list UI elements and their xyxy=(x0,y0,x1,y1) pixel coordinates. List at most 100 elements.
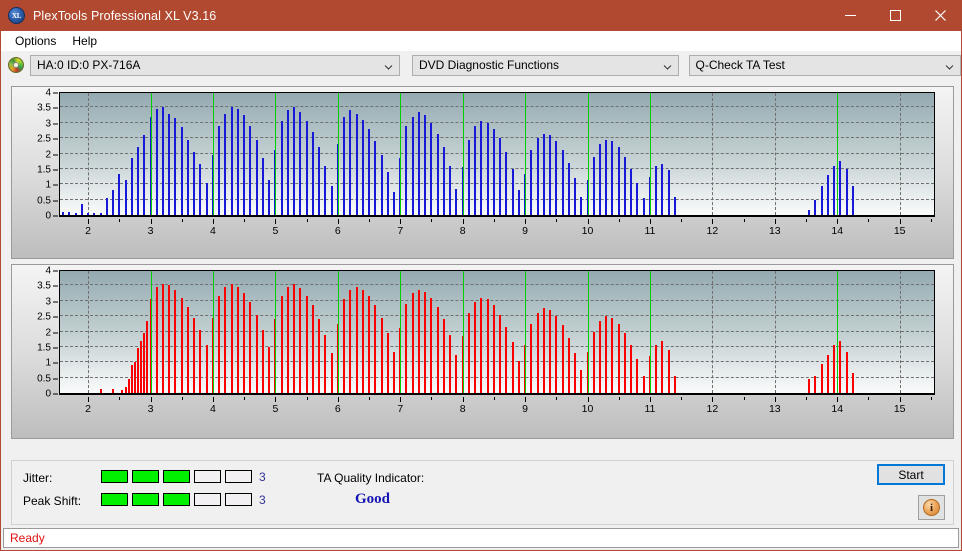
chart-bar xyxy=(193,318,195,393)
chevron-down-icon xyxy=(384,61,393,70)
chart-bar xyxy=(268,347,270,393)
y-axis-label: 0 xyxy=(45,389,51,400)
chart-bar xyxy=(237,109,239,215)
y-axis-label: 3.5 xyxy=(37,103,51,114)
chart-bar xyxy=(424,115,426,215)
chart-bar xyxy=(140,341,142,393)
x-axis-tick xyxy=(588,219,589,224)
x-axis-tick xyxy=(400,219,401,224)
chart-bar xyxy=(324,166,326,215)
chart-bar xyxy=(231,284,233,393)
y-axis-tick xyxy=(53,139,58,140)
x-axis-tick xyxy=(338,397,339,402)
chart-bar xyxy=(356,287,358,393)
chart-bar xyxy=(605,316,607,393)
jitter-value: 3 xyxy=(259,470,266,484)
chart-bar xyxy=(93,213,95,215)
chart-bar xyxy=(293,107,295,215)
x-axis-minor-tick xyxy=(182,219,183,222)
chart-bar xyxy=(412,293,414,393)
meter-segment xyxy=(225,470,252,483)
menu-item-options[interactable]: Options xyxy=(7,33,64,49)
x-axis-minor-tick xyxy=(806,397,807,400)
x-axis-label: 7 xyxy=(397,403,403,415)
function-select[interactable]: DVD Diagnostic Functions xyxy=(412,55,679,76)
chart-bar xyxy=(599,321,601,393)
chart-bar xyxy=(827,355,829,393)
info-button[interactable]: i xyxy=(918,495,945,520)
chart-bar xyxy=(374,141,376,215)
x-axis-minor-tick xyxy=(619,397,620,400)
chart-bar xyxy=(555,316,557,393)
chart-bar xyxy=(643,198,645,215)
chart-bar xyxy=(821,186,823,215)
chart-bar xyxy=(468,140,470,215)
x-axis-tick xyxy=(900,219,901,224)
chart-bar xyxy=(518,190,520,215)
x-axis-tick xyxy=(151,219,152,224)
chart-bar xyxy=(568,163,570,215)
gridline-horizontal xyxy=(60,106,934,107)
meter-segment xyxy=(194,470,221,483)
chart-bar xyxy=(324,335,326,393)
x-axis-minor-tick xyxy=(119,219,120,222)
chart-bar xyxy=(362,290,364,393)
drive-select[interactable]: HA:0 ID:0 PX-716A xyxy=(30,55,400,76)
menu-item-help[interactable]: Help xyxy=(64,33,105,49)
chart-bar xyxy=(455,189,457,215)
peak-shift-value: 3 xyxy=(259,493,266,507)
chart-bar xyxy=(833,166,835,215)
chart-bar xyxy=(487,299,489,393)
x-axis-label: 8 xyxy=(460,403,466,415)
chart-bar xyxy=(134,362,136,393)
window-controls xyxy=(828,0,962,31)
chart-bar xyxy=(643,376,645,393)
y-axis-label: 0.5 xyxy=(37,373,51,384)
chart-bar xyxy=(852,186,854,215)
x-axis-label: 3 xyxy=(148,225,154,237)
chart-bar xyxy=(146,321,148,393)
x-axis-tick xyxy=(213,397,214,402)
meter-segment xyxy=(101,493,128,506)
chart-bar xyxy=(381,155,383,215)
x-axis-tick xyxy=(775,397,776,402)
y-axis-label: 3 xyxy=(45,296,51,307)
chart-bar xyxy=(593,332,595,394)
maximize-icon[interactable] xyxy=(873,0,918,31)
chart-bar xyxy=(143,135,145,215)
start-button[interactable]: Start xyxy=(877,464,945,485)
x-axis-tick xyxy=(837,397,838,402)
chart-bar xyxy=(618,324,620,393)
x-axis-label: 15 xyxy=(894,403,906,415)
chart-bar xyxy=(243,293,245,393)
chart-bar xyxy=(611,318,613,393)
chart-bar xyxy=(162,107,164,215)
chart-bar xyxy=(162,284,164,393)
x-axis-tick xyxy=(275,397,276,402)
x-axis-tick xyxy=(712,219,713,224)
minimize-icon[interactable] xyxy=(828,0,873,31)
chart-bar xyxy=(424,292,426,393)
chart-bar xyxy=(661,341,663,393)
chart-bar xyxy=(387,333,389,393)
chart-bar xyxy=(218,296,220,393)
chart-bar xyxy=(249,126,251,215)
close-icon[interactable] xyxy=(918,0,962,31)
zone-marker xyxy=(463,271,464,393)
x-axis-label: 12 xyxy=(707,225,719,237)
test-select[interactable]: Q-Check TA Test xyxy=(689,55,962,76)
chart-bar xyxy=(568,338,570,393)
chart-bar xyxy=(75,213,77,215)
gridline-horizontal xyxy=(60,346,934,347)
peak-shift-chart-y-axis: 00.511.522.533.54 xyxy=(12,265,55,397)
chart-bar xyxy=(549,310,551,393)
y-axis-tick xyxy=(53,169,58,170)
x-axis-minor-tick xyxy=(244,219,245,222)
x-axis-minor-tick xyxy=(931,397,932,400)
zone-marker xyxy=(275,271,276,393)
gridline-vertical xyxy=(900,93,901,215)
x-axis-tick xyxy=(712,397,713,402)
gridline-vertical xyxy=(775,271,776,393)
y-axis-tick xyxy=(53,154,58,155)
chart-bar xyxy=(168,114,170,215)
